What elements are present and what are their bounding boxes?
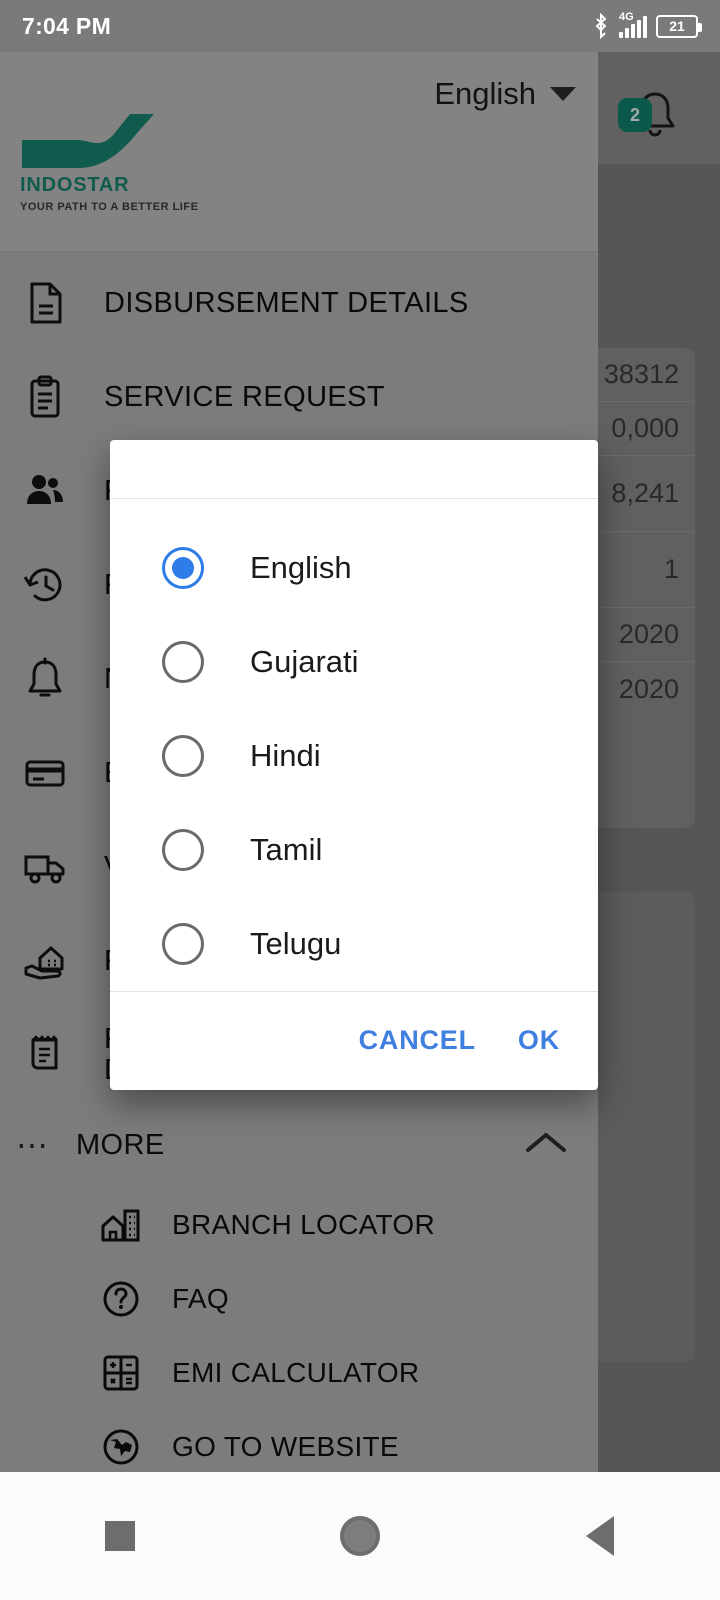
recents-button[interactable] bbox=[0, 1472, 240, 1600]
radio-button-tamil[interactable] bbox=[162, 828, 204, 871]
language-option-label: Telugu bbox=[250, 925, 342, 961]
status-bar-time: 7:04 PM bbox=[22, 12, 112, 39]
bluetooth-icon bbox=[595, 13, 607, 39]
radio-button-english[interactable] bbox=[162, 546, 204, 589]
radio-button-gujarati[interactable] bbox=[162, 640, 204, 683]
triangle-back-icon bbox=[586, 1516, 614, 1556]
status-bar: 7:04 PM 4G 21 bbox=[0, 0, 720, 52]
battery-icon: 21 bbox=[656, 14, 702, 38]
dialog-title bbox=[110, 440, 598, 499]
circle-icon bbox=[340, 1516, 380, 1556]
language-option-telugu[interactable]: Telugu bbox=[110, 897, 598, 991]
signal-icon: 4G bbox=[619, 11, 647, 38]
language-option-label: Hindi bbox=[250, 737, 321, 773]
language-dialog: English Gujarati Hindi Tamil Telugu CANC… bbox=[110, 440, 598, 1090]
language-option-gujarati[interactable]: Gujarati bbox=[110, 615, 598, 709]
phone-screen: 7:04 PM 4G 21 2 38312 0,000 8,241 1 2020… bbox=[0, 0, 720, 1600]
radio-button-telugu[interactable] bbox=[162, 922, 204, 965]
language-option-label: Tamil bbox=[250, 831, 323, 867]
home-button[interactable] bbox=[240, 1472, 480, 1600]
square-icon bbox=[105, 1521, 135, 1551]
network-type-label: 4G bbox=[619, 11, 634, 23]
ok-button[interactable]: OK bbox=[518, 1025, 560, 1056]
language-option-english[interactable]: English bbox=[110, 521, 598, 615]
status-bar-icons: 4G 21 bbox=[592, 11, 702, 39]
language-option-tamil[interactable]: Tamil bbox=[110, 803, 598, 897]
radio-button-hindi[interactable] bbox=[162, 734, 204, 777]
language-option-hindi[interactable]: Hindi bbox=[110, 709, 598, 803]
back-button[interactable] bbox=[480, 1472, 720, 1600]
language-option-list: English Gujarati Hindi Tamil Telugu bbox=[110, 499, 598, 991]
cancel-button[interactable]: CANCEL bbox=[359, 1025, 476, 1056]
system-navigation-bar bbox=[0, 1472, 720, 1600]
dialog-actions: CANCEL OK bbox=[110, 990, 598, 1090]
language-option-label: Gujarati bbox=[250, 643, 359, 679]
language-option-label: English bbox=[250, 549, 352, 585]
battery-level-label: 21 bbox=[669, 18, 685, 34]
